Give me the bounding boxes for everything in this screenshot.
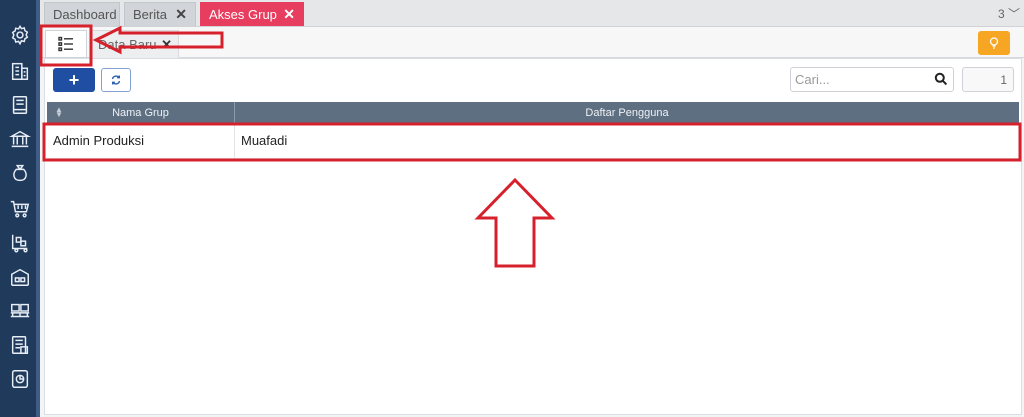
tab-count-value: 3	[997, 7, 1005, 21]
column-label: Daftar Pengguna	[585, 106, 669, 119]
money-bag-icon[interactable]	[9, 162, 31, 184]
tab-label: Dashboard	[53, 7, 117, 22]
close-icon[interactable]: ✕	[283, 6, 295, 23]
column-header-nama-grup[interactable]: ▲ ▼ Nama Grup	[47, 102, 235, 123]
table-header: ▲ ▼ Nama Grup Daftar Pengguna	[47, 102, 1019, 123]
tab-bar: Dashboard Berita ✕ Akses Grup ✕ 3 ﹀	[40, 0, 1024, 27]
cell-nama-grup: Admin Produksi	[47, 123, 235, 158]
page-number-field[interactable]: 1	[962, 67, 1014, 92]
tab-count-dropdown[interactable]: 3 ﹀	[998, 5, 1020, 22]
tax-document-icon[interactable]	[9, 334, 31, 356]
cell-daftar-pengguna: Muafadi	[241, 133, 288, 148]
search-icon[interactable]	[934, 72, 948, 86]
bank-icon[interactable]	[9, 128, 31, 150]
content-panel: + 1 ▲▼ Nama Grup Daftar Pengguna	[44, 58, 1022, 415]
add-button[interactable]: +	[53, 68, 95, 92]
pallet-icon[interactable]	[9, 300, 31, 322]
subtab-label: Data Baru	[98, 37, 157, 52]
app-window: Dashboard Berita ✕ Akses Grup ✕ 3 ﹀ Data…	[0, 0, 1024, 417]
column-label: Nama Grup	[112, 106, 169, 119]
refresh-icon	[111, 75, 121, 85]
sidebar-edge	[36, 0, 40, 417]
close-icon[interactable]: ✕	[175, 6, 187, 23]
chevron-down-icon: ﹀	[1007, 7, 1020, 21]
list-view-button[interactable]	[45, 30, 87, 58]
gear-icon[interactable]	[9, 24, 31, 46]
column-header-daftar-pengguna[interactable]: Daftar Pengguna	[235, 102, 1019, 123]
sort-icon[interactable]: ▲ ▼	[55, 106, 63, 119]
list-icon	[58, 36, 73, 52]
search-input[interactable]	[791, 72, 929, 87]
sidebar	[0, 0, 40, 417]
refresh-button[interactable]	[101, 68, 131, 92]
table-row[interactable]: Admin Produksi Muafadi	[47, 123, 1019, 159]
tab-label: Akses Grup	[209, 7, 277, 22]
report-icon[interactable]	[9, 368, 31, 390]
trolley-icon[interactable]	[9, 232, 31, 254]
lightbulb-icon	[989, 37, 999, 49]
search-box	[790, 67, 954, 92]
tab-berita[interactable]: Berita ✕	[124, 2, 196, 26]
tab-dashboard[interactable]: Dashboard	[44, 2, 120, 26]
warehouse-icon[interactable]	[9, 266, 31, 288]
hint-button[interactable]	[978, 31, 1010, 55]
subtab-data-baru[interactable]: Data Baru ✕	[91, 30, 179, 58]
book-icon[interactable]	[9, 94, 31, 116]
sub-toolbar: Data Baru ✕	[40, 27, 1024, 58]
tab-label: Berita	[133, 7, 167, 22]
close-icon[interactable]: ✕	[161, 37, 172, 53]
cart-icon[interactable]	[9, 198, 31, 220]
group-table: ▲ ▼ Nama Grup Daftar Pengguna Admin Produ…	[47, 102, 1019, 159]
tab-akses-grup[interactable]: Akses Grup ✕	[200, 2, 304, 26]
building-icon[interactable]	[9, 60, 31, 82]
